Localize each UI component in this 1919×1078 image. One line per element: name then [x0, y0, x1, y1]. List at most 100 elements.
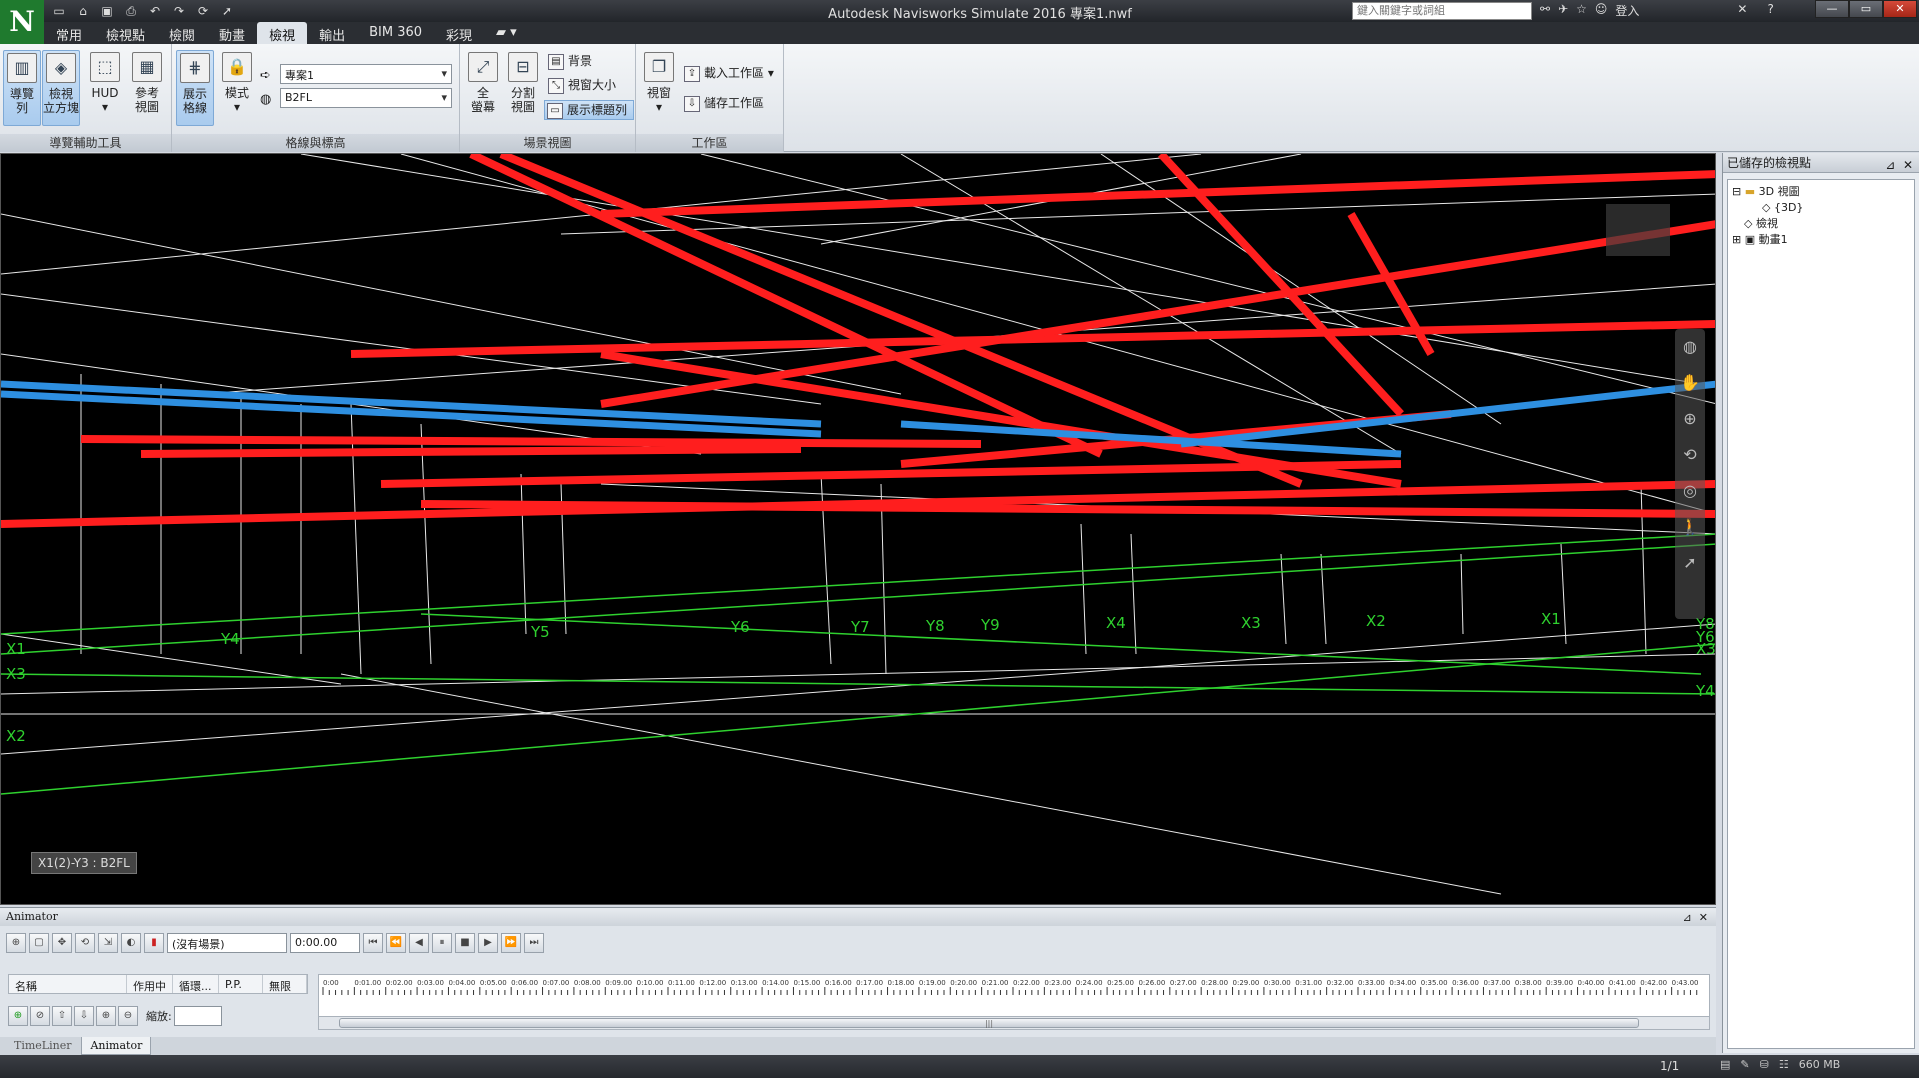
pin-icon[interactable]: ⊿ — [1683, 911, 1692, 924]
binoculars-icon[interactable]: ⚯ — [1540, 2, 1550, 19]
column-header[interactable]: 名稱 — [9, 975, 127, 993]
title-bar: ▭ ⌂ ▣ ⎙ ↶ ↷ ⟳ ➚ Autodesk Navisworks Simu… — [0, 0, 1919, 22]
tab-view[interactable]: 檢視 — [257, 22, 308, 44]
delete-icon[interactable]: ⊘ — [30, 1006, 50, 1026]
color-icon[interactable]: ◐ — [121, 933, 141, 953]
tab-render[interactable]: 彩現 — [434, 22, 484, 44]
zoom-input[interactable] — [173, 1006, 222, 1026]
tree-item[interactable]: ◇ 檢視 — [1732, 216, 1910, 232]
windows-button[interactable]: ❐ 視窗 ▾ — [640, 50, 678, 126]
maximize-button[interactable]: ▭ — [1849, 0, 1883, 18]
rotate-icon[interactable]: ⟲ — [75, 933, 95, 953]
tab-review[interactable]: 檢閱 — [157, 22, 207, 44]
zoom-in-icon[interactable]: ⊕ — [96, 1006, 116, 1026]
column-header[interactable]: 作用中 — [127, 975, 173, 993]
exchange-icon[interactable]: ✕ — [1737, 2, 1747, 19]
move-down-icon[interactable]: ⇩ — [74, 1006, 94, 1026]
load-workspace-button[interactable]: ⇪ 載入工作區 ▾ — [682, 64, 774, 84]
steering-wheel-icon[interactable]: ◍ — [1675, 329, 1705, 365]
reference-views-button[interactable]: ▦ 參考 視圖 — [128, 50, 166, 126]
scene-viewport[interactable]: X1 X3 X2 Y4 Y5 Y6 Y7 Y8 Y9 X4 X3 X2 X1 Y8 Y6 X3 Y4 ◍ ✋ ⊕… — [0, 153, 1716, 905]
scrollbar-thumb[interactable]: ||| — [339, 1018, 1639, 1028]
play-reverse-icon[interactable]: ◀ — [409, 933, 429, 953]
select-tool-icon[interactable]: ➚ — [1675, 545, 1705, 581]
grid-label: X4 — [1106, 614, 1126, 632]
select-icon[interactable]: ➚ — [218, 2, 236, 20]
sheet-browser-icon[interactable]: ▤ — [1720, 1058, 1730, 1071]
window-size-button[interactable]: ⤡ 視窗大小 — [546, 76, 616, 96]
save-workspace-button[interactable]: ⇩ 儲存工作區 — [682, 94, 764, 114]
tree-item[interactable]: ◇ {3D} — [1732, 200, 1910, 216]
resize-icon: ⤡ — [548, 78, 564, 94]
hud-button[interactable]: ⬚ HUD ▾ — [86, 50, 124, 126]
scale-icon[interactable]: ⇲ — [98, 933, 118, 953]
pin-icon[interactable]: ⊿ — [1885, 158, 1895, 172]
pan-icon[interactable]: ✋ — [1675, 365, 1705, 401]
tab-viewpoint[interactable]: 檢視點 — [94, 22, 157, 44]
save-icon[interactable]: ▣ — [98, 2, 116, 20]
add-icon[interactable]: ⊕ — [8, 1006, 28, 1026]
time-input[interactable]: 0:00.00 — [290, 933, 360, 953]
app-logo[interactable]: N — [0, 0, 44, 44]
navigation-bar-button[interactable]: ▥ 導覽 列 — [3, 50, 41, 126]
background-button[interactable]: ▤ 背景 — [546, 52, 592, 72]
close-icon[interactable]: ✕ — [1903, 158, 1913, 172]
minimize-button[interactable]: — — [1815, 0, 1849, 18]
fullscreen-button[interactable]: ⤢ 全 螢幕 — [464, 50, 502, 126]
tab-extra-icon[interactable]: ▰ ▾ — [484, 22, 529, 44]
step-forward-icon[interactable]: ⏩ — [501, 933, 521, 953]
user-icon[interactable]: ☺ — [1595, 2, 1608, 19]
zoom-out-icon[interactable]: ⊖ — [118, 1006, 138, 1026]
viewcube-button[interactable]: ◈ 檢視 立方塊 — [42, 50, 80, 126]
rewind-icon[interactable]: ⏮ — [363, 933, 383, 953]
signin-button[interactable]: 登入 — [1615, 2, 1639, 19]
tab-timeliner[interactable]: TimeLiner — [6, 1037, 79, 1055]
timeline-scrollbar[interactable]: ||| — [318, 1016, 1710, 1030]
tab-animator[interactable]: Animator — [81, 1037, 152, 1055]
pause-icon[interactable]: ⏸ — [432, 933, 452, 953]
level-select[interactable]: B2FL — [280, 88, 452, 108]
viewcube-widget[interactable] — [1606, 204, 1670, 256]
grid-mode-button[interactable]: 🔒 模式 ▾ — [218, 50, 256, 126]
show-titlebar-button[interactable]: ▭ 展示標題列 — [544, 100, 635, 120]
move-up-icon[interactable]: ⇧ — [52, 1006, 72, 1026]
play-icon[interactable]: ▶ — [478, 933, 498, 953]
refresh-icon[interactable]: ⟳ — [194, 2, 212, 20]
step-back-icon[interactable]: ⏪ — [386, 933, 406, 953]
orbit-icon[interactable]: ⟲ — [1675, 437, 1705, 473]
capture-keyframe-icon[interactable]: ▮ — [144, 933, 164, 953]
tab-home[interactable]: 常用 — [44, 22, 94, 44]
open-icon[interactable]: ⌂ — [74, 2, 92, 20]
tab-output[interactable]: 輸出 — [307, 22, 357, 44]
translate-icon[interactable]: ✥ — [52, 933, 72, 953]
scene-select[interactable]: (沒有場景) — [167, 933, 287, 953]
column-header[interactable]: 循環... — [173, 975, 219, 993]
tree-item[interactable]: ⊟ ▬ 3D 視圖 — [1732, 184, 1910, 200]
column-header[interactable]: 無限 — [263, 975, 307, 993]
help-icon[interactable]: ? — [1767, 2, 1773, 19]
new-icon[interactable]: ▭ — [50, 2, 68, 20]
star-icon[interactable]: ☆ — [1576, 2, 1587, 19]
stop-icon[interactable]: ■ — [455, 933, 475, 953]
add-scene-icon[interactable]: ⊕ — [6, 933, 26, 953]
add-set-icon[interactable]: ▢ — [29, 933, 49, 953]
zoom-icon[interactable]: ⊕ — [1675, 401, 1705, 437]
fast-forward-icon[interactable]: ⏭ — [524, 933, 544, 953]
tab-bim360[interactable]: BIM 360 — [357, 22, 434, 44]
close-icon[interactable]: ✕ — [1699, 911, 1708, 924]
redo-icon[interactable]: ↷ — [170, 2, 188, 20]
tab-animation[interactable]: 動畫 — [207, 22, 257, 44]
look-icon[interactable]: ◎ — [1675, 473, 1705, 509]
close-button[interactable]: ✕ — [1883, 0, 1917, 18]
model-select[interactable]: 專案1 — [280, 64, 452, 84]
print-icon[interactable]: ⎙ — [122, 2, 140, 20]
help-search-input[interactable] — [1352, 2, 1532, 20]
column-header[interactable]: P.P. — [219, 975, 263, 993]
panel-label: 導覽輔助工具 — [0, 134, 171, 152]
split-view-button[interactable]: ⊟ 分割 視圖 — [504, 50, 542, 126]
walk-icon[interactable]: 🚶 — [1675, 509, 1705, 545]
subscription-icon[interactable]: ✈ — [1558, 2, 1568, 19]
undo-icon[interactable]: ↶ — [146, 2, 164, 20]
show-grid-button[interactable]: ⋕ 展示 格線 — [176, 50, 214, 126]
tree-item[interactable]: ⊞ ▣ 動畫1 — [1732, 232, 1910, 248]
